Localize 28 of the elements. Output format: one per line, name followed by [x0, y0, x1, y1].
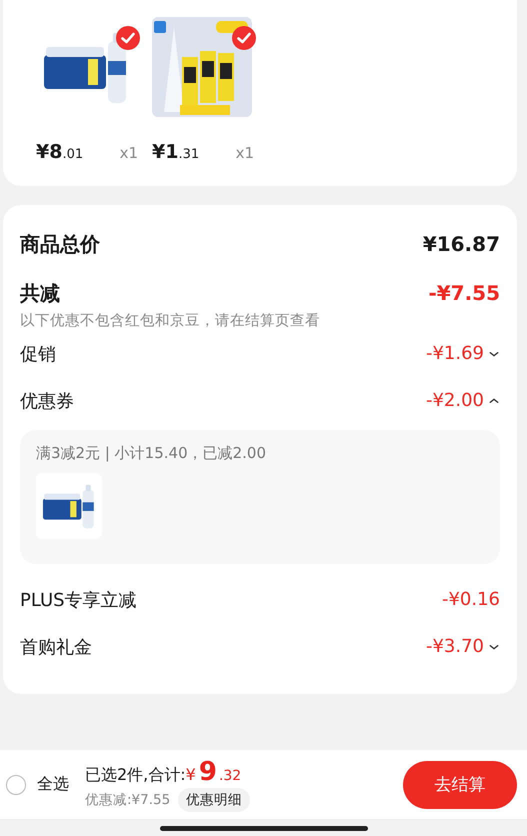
- total-label: 商品总价: [20, 230, 100, 258]
- selected-summary: 已选2件,合计:: [85, 765, 186, 786]
- reduction-label: 共减: [20, 280, 60, 306]
- select-all-label[interactable]: 全选: [37, 774, 69, 795]
- discount-label: PLUS专享立减: [20, 588, 137, 612]
- quantity: x1: [236, 144, 254, 162]
- discount-total: 优惠减:¥7.55: [85, 791, 170, 809]
- reduction-note: 以下优惠不包含红包和京豆，请在结算页查看: [20, 312, 321, 330]
- total-price: ¥16.87: [422, 232, 500, 256]
- select-all-checkbox[interactable]: [6, 774, 26, 794]
- price: ¥1.31: [152, 141, 200, 163]
- discount-detail-button[interactable]: 优惠明细: [178, 788, 250, 812]
- discount-amount: -¥2.00: [426, 390, 484, 411]
- collapse-icon[interactable]: [488, 396, 500, 406]
- check-icon[interactable]: [116, 26, 140, 50]
- reduction-amount: -¥7.55: [428, 281, 500, 305]
- total-amount: ¥9.32: [186, 757, 242, 787]
- discount-label: 促销: [20, 342, 56, 366]
- discount-label: 首购礼金: [20, 636, 92, 658]
- quantity: x1: [120, 144, 138, 162]
- check-icon[interactable]: [232, 26, 256, 50]
- coupon-rule: 满3减2元 | 小计15.40，已减2.00: [36, 444, 268, 463]
- discount-amount: -¥3.70: [426, 636, 484, 657]
- discount-amount: -¥1.69: [426, 343, 484, 364]
- checkout-button[interactable]: 去结算: [403, 760, 517, 808]
- discount-label: 优惠券: [20, 390, 74, 412]
- price: ¥8.01: [36, 141, 84, 163]
- discount-amount: -¥0.16: [442, 589, 500, 610]
